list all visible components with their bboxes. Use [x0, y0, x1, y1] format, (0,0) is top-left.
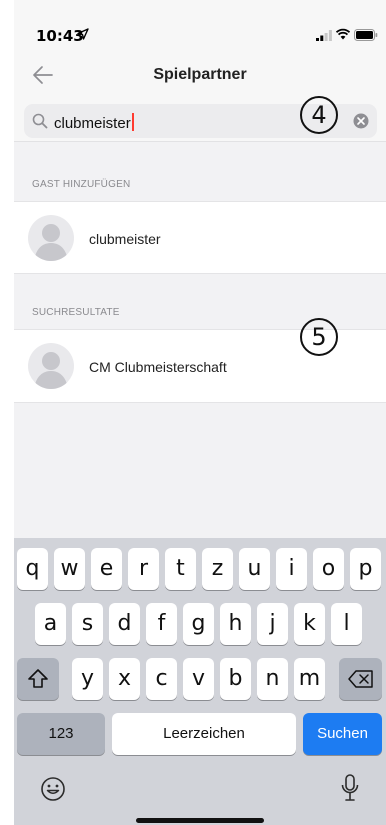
key-k[interactable]: k [294, 603, 325, 645]
key-w[interactable]: w [54, 548, 85, 590]
search-query-text: clubmeister [54, 115, 131, 132]
section-header-search-results: SUCHRESULTATE [32, 307, 120, 318]
key-v[interactable]: v [183, 658, 214, 700]
key-y[interactable]: y [72, 658, 103, 700]
search-icon [32, 113, 48, 129]
space-key[interactable]: Leerzeichen [112, 713, 296, 755]
avatar [28, 215, 74, 261]
avatar [28, 343, 74, 389]
person-placeholder-icon [34, 224, 68, 261]
signal-icon [316, 30, 332, 41]
key-l[interactable]: l [331, 603, 362, 645]
home-indicator[interactable] [136, 818, 264, 823]
guest-row[interactable]: clubmeister [14, 201, 386, 274]
key-b[interactable]: b [220, 658, 251, 700]
wifi-icon [336, 28, 350, 40]
result-name: CM Clubmeisterschaft [89, 359, 227, 375]
shift-icon [28, 669, 48, 688]
microphone-icon[interactable] [340, 773, 360, 803]
key-q[interactable]: q [17, 548, 48, 590]
status-bar: 10:43 [14, 0, 386, 50]
text-cursor [131, 113, 134, 131]
key-a[interactable]: a [35, 603, 66, 645]
annotation-marker-5: 5 [300, 318, 338, 356]
clear-search-icon[interactable] [353, 113, 369, 129]
backspace-key[interactable] [339, 658, 382, 700]
section-header-add-guest: GAST HINZUFÜGEN [32, 179, 131, 190]
key-j[interactable]: j [257, 603, 288, 645]
key-z[interactable]: z [202, 548, 233, 590]
search-key[interactable]: Suchen [303, 713, 382, 755]
key-d[interactable]: d [109, 603, 140, 645]
keyboard: q w e r t z u i o p a s d f g h j k l y … [14, 538, 386, 825]
key-c[interactable]: c [146, 658, 177, 700]
guest-name: clubmeister [89, 231, 161, 247]
shift-key[interactable] [17, 658, 59, 700]
search-query: clubmeister [54, 113, 134, 132]
key-r[interactable]: r [128, 548, 159, 590]
numbers-key[interactable]: 123 [17, 713, 105, 755]
key-h[interactable]: h [220, 603, 251, 645]
navigation-bar: Spielpartner [14, 50, 386, 100]
key-s[interactable]: s [72, 603, 103, 645]
backspace-icon [347, 670, 373, 688]
key-f[interactable]: f [146, 603, 177, 645]
location-arrow-icon [77, 28, 89, 40]
page-title: Spielpartner [153, 66, 247, 83]
phone-screen: 10:43 Spielpartner clubmeister 4 GAST HI… [14, 0, 386, 825]
emoji-icon[interactable] [40, 776, 66, 802]
key-o[interactable]: o [313, 548, 344, 590]
key-t[interactable]: t [165, 548, 196, 590]
key-i[interactable]: i [276, 548, 307, 590]
person-placeholder-icon [34, 352, 68, 389]
key-e[interactable]: e [91, 548, 122, 590]
key-x[interactable]: x [109, 658, 140, 700]
key-u[interactable]: u [239, 548, 270, 590]
key-m[interactable]: m [294, 658, 325, 700]
key-n[interactable]: n [257, 658, 288, 700]
key-p[interactable]: p [350, 548, 381, 590]
key-g[interactable]: g [183, 603, 214, 645]
battery-icon [354, 29, 378, 41]
annotation-marker-4: 4 [300, 96, 338, 134]
